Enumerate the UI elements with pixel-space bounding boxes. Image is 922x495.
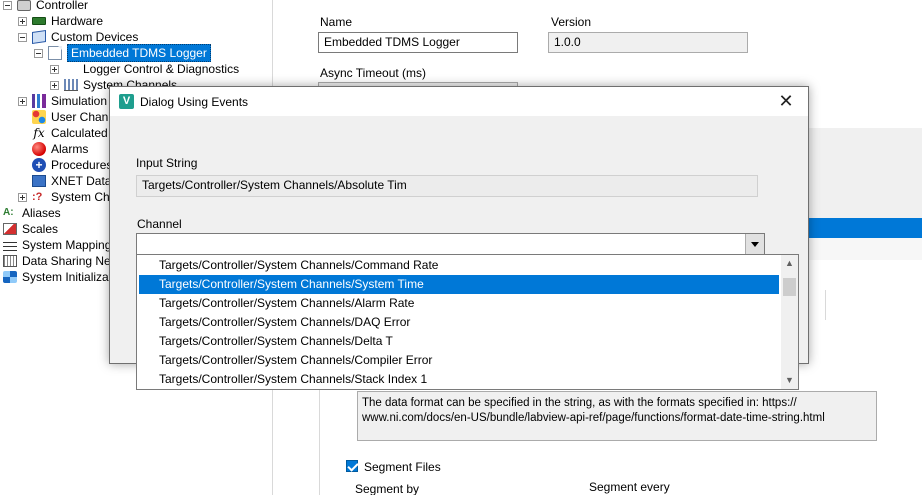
- tree-item-simulation[interactable]: Simulation: [18, 93, 107, 109]
- selected-row-highlight: [808, 218, 922, 238]
- tree-item-hardware[interactable]: Hardware: [18, 13, 103, 29]
- channel-dropdown-list: Targets/Controller/System Channels/Comma…: [136, 254, 799, 390]
- tree-item-label: Calculated: [51, 126, 108, 140]
- dropdown-option-selected[interactable]: Targets/Controller/System Channels/Syste…: [139, 275, 779, 294]
- scroll-thumb[interactable]: [783, 278, 796, 296]
- expand-icon[interactable]: [18, 16, 27, 26]
- tree-item-label: Custom Devices: [51, 30, 139, 44]
- tree-item-calculated[interactable]: fx Calculated: [32, 125, 108, 141]
- tree-item-label: Alarms: [51, 142, 89, 156]
- tree-item-label: Logger Control & Diagnostics: [83, 62, 240, 76]
- async-timeout-label: Async Timeout (ms): [320, 66, 427, 80]
- input-string-label: Input String: [136, 156, 198, 170]
- dropdown-option[interactable]: Targets/Controller/System Channels/Comma…: [139, 256, 779, 275]
- tree-item-system-mappings[interactable]: System Mappings: [3, 237, 117, 253]
- procedure-icon: +: [32, 158, 46, 172]
- tree-item-label: Scales: [22, 222, 59, 236]
- segment-files-checkbox[interactable]: [346, 460, 358, 472]
- tree-item-aliases[interactable]: A: Aliases: [3, 205, 61, 221]
- collapse-icon[interactable]: [34, 48, 43, 58]
- date-format-info: The data format can be specified in the …: [357, 391, 877, 441]
- user-channels-icon: [32, 110, 46, 124]
- collapse-icon[interactable]: [3, 0, 12, 10]
- panel-background: [808, 238, 922, 260]
- tree-item-label: Procedures: [51, 158, 113, 172]
- tree-item-custom-devices[interactable]: Custom Devices: [18, 29, 138, 45]
- scroll-down-icon[interactable]: ▼: [781, 372, 798, 389]
- dropdown-option[interactable]: Targets/Controller/System Channels/DAQ E…: [139, 313, 779, 332]
- expand-icon[interactable]: [18, 96, 27, 106]
- panel-background: [808, 128, 922, 218]
- bar-chart-icon: [64, 79, 78, 91]
- hardware-chip-icon: [32, 17, 46, 25]
- version-field: 1.0.0: [548, 32, 748, 53]
- expand-icon[interactable]: [18, 192, 27, 202]
- dialog-title-bar[interactable]: V Dialog Using Events ✕: [110, 87, 808, 116]
- tree-item-label: Simulation: [51, 94, 108, 108]
- tree-item-label: Embedded TDMS Logger: [67, 44, 211, 62]
- dropdown-button[interactable]: [745, 234, 764, 255]
- tree-item-label: Aliases: [22, 206, 61, 220]
- expand-icon[interactable]: [50, 80, 59, 90]
- divider: [825, 290, 826, 320]
- scale-icon: [3, 223, 17, 235]
- cube-icon: [32, 30, 46, 44]
- input-string-field[interactable]: Targets/Controller/System Channels/Absol…: [136, 175, 758, 197]
- tree-item-scales[interactable]: Scales: [3, 221, 58, 237]
- share-icon: [3, 255, 17, 267]
- fx-icon: fx: [33, 126, 45, 140]
- collapse-icon[interactable]: [18, 32, 27, 42]
- system-channels-icon: :?: [32, 191, 43, 203]
- xnet-icon: [32, 175, 46, 187]
- tree-item-controller[interactable]: Controller: [3, 0, 88, 13]
- tree-item-embedded-tdms-logger[interactable]: Embedded TDMS Logger: [34, 44, 211, 62]
- segment-files-label: Segment Files: [364, 460, 441, 474]
- segment-every-label: Segment every: [589, 480, 670, 494]
- dialog-title: Dialog Using Events: [140, 95, 249, 109]
- dropdown-option[interactable]: Targets/Controller/System Channels/Compi…: [139, 351, 779, 370]
- dropdown-option[interactable]: Targets/Controller/System Channels/Alarm…: [139, 294, 779, 313]
- dropdown-scrollbar[interactable]: ▲ ▼: [781, 255, 798, 389]
- page-icon: [48, 46, 62, 60]
- scroll-up-icon[interactable]: ▲: [781, 255, 798, 272]
- channel-combobox[interactable]: [136, 233, 765, 256]
- init-icon: [3, 271, 17, 283]
- simulation-bars-icon: [32, 94, 46, 108]
- tree-item-procedures[interactable]: + Procedures: [32, 157, 112, 173]
- tree-item-alarms[interactable]: Alarms: [32, 141, 88, 157]
- dropdown-option[interactable]: Targets/Controller/System Channels/Delta…: [139, 332, 779, 351]
- info-text: The data format can be specified in the …: [362, 397, 825, 424]
- alarm-icon: [32, 142, 46, 156]
- tree-item-label: System Mappings: [22, 238, 118, 252]
- dropdown-option[interactable]: Targets/Controller/System Channels/Stack…: [139, 370, 779, 389]
- close-button[interactable]: ✕: [764, 87, 808, 116]
- tree-item-logger-control[interactable]: Logger Control & Diagnostics: [50, 61, 239, 77]
- mapping-icon: [3, 239, 17, 251]
- channel-label: Channel: [137, 217, 182, 231]
- version-label: Version: [551, 15, 592, 29]
- expand-icon[interactable]: [50, 64, 59, 74]
- close-icon: ✕: [778, 91, 794, 111]
- segment-by-label: Segment by: [355, 482, 420, 495]
- controller-icon: [17, 0, 31, 11]
- blank-icon: [64, 62, 78, 76]
- app-logo-icon: V: [119, 94, 134, 109]
- name-label: Name: [320, 15, 353, 29]
- tree-item-label: Controller: [36, 0, 89, 12]
- alias-icon: A:: [3, 207, 14, 218]
- name-field[interactable]: Embedded TDMS Logger: [318, 32, 518, 53]
- tree-item-label: Hardware: [51, 14, 104, 28]
